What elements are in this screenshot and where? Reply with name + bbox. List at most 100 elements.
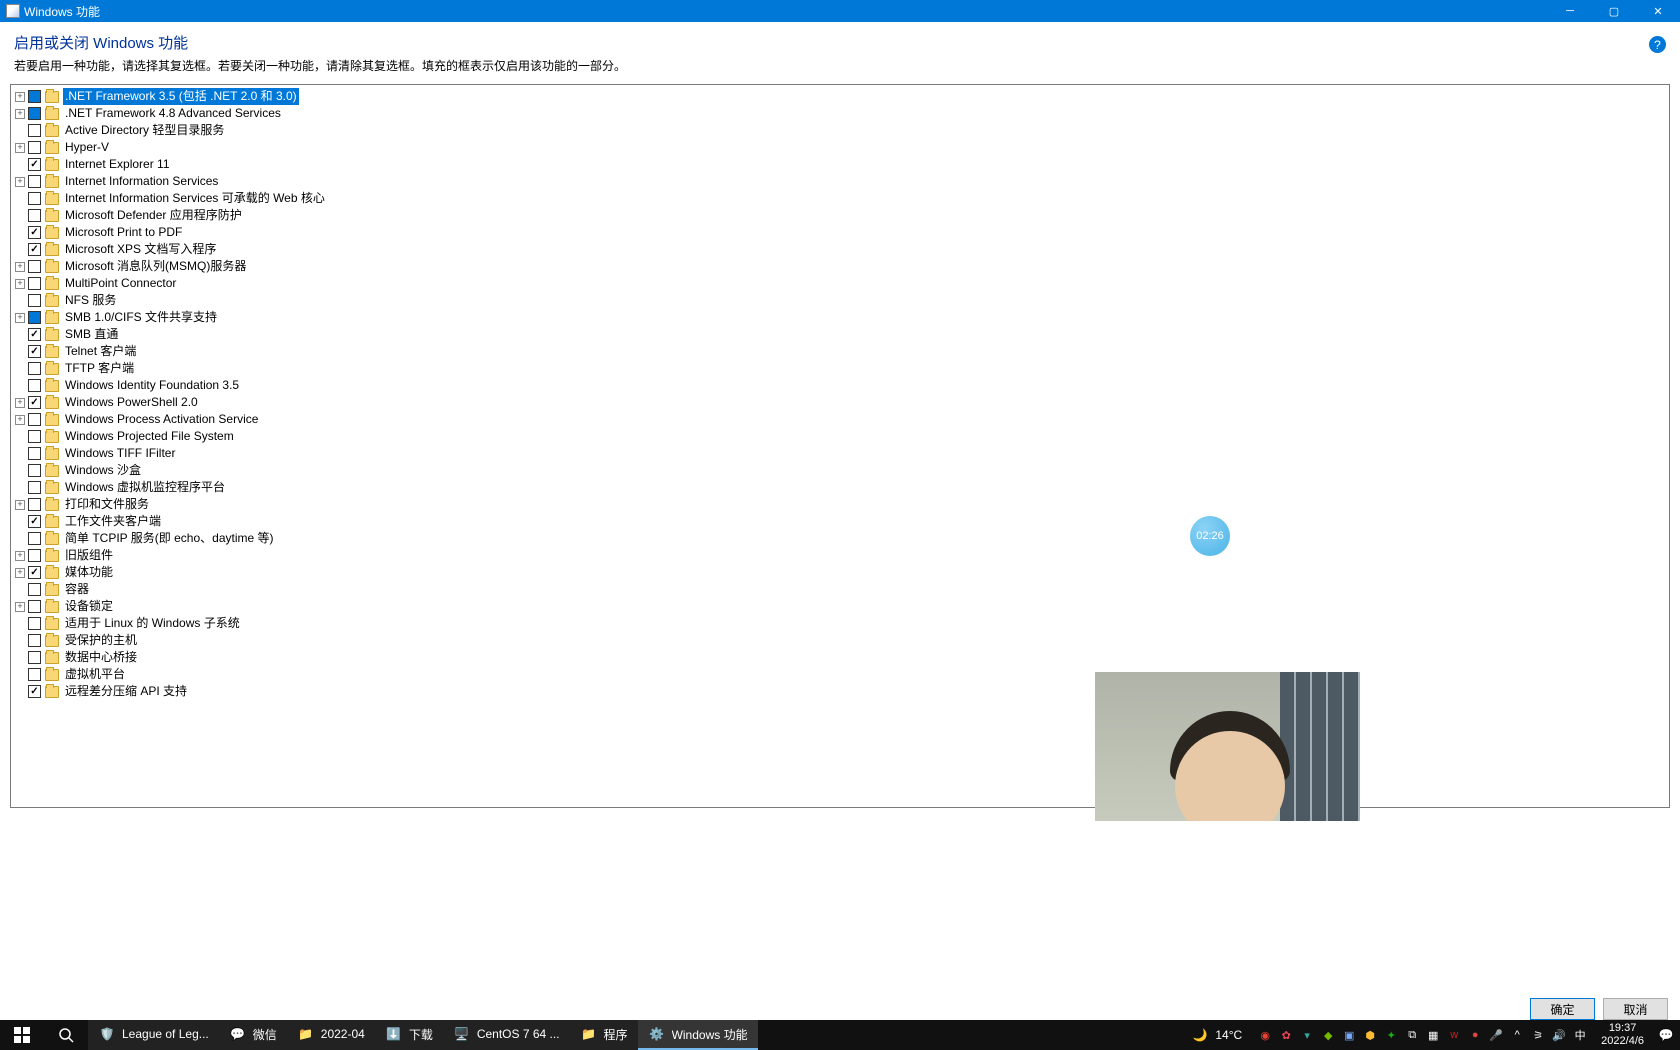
shield-icon[interactable]: ⬢ [1363, 1028, 1377, 1042]
volume-icon[interactable]: 🔊 [1552, 1028, 1566, 1042]
feature-row[interactable]: 简单 TCPIP 服务(即 echo、daytime 等) [11, 530, 1669, 547]
feature-label[interactable]: .NET Framework 4.8 Advanced Services [63, 105, 283, 122]
taskbar-item[interactable]: 📁2022-04 [287, 1020, 375, 1050]
feature-row[interactable]: + 设备锁定 [11, 598, 1669, 615]
feature-checkbox[interactable] [28, 634, 41, 647]
ime-indicator[interactable]: 中 [1573, 1028, 1587, 1042]
recording-timer[interactable]: 02:26 [1190, 516, 1230, 556]
feature-row[interactable]: Windows Identity Foundation 3.5 [11, 377, 1669, 394]
cancel-button[interactable]: 取消 [1603, 998, 1668, 1020]
feature-row[interactable]: + Internet Information Services [11, 173, 1669, 190]
feature-label[interactable]: SMB 直通 [63, 326, 120, 343]
taskbar-item[interactable]: ⬇️下载 [375, 1020, 443, 1050]
notification-center-icon[interactable]: 💬 [1652, 1028, 1680, 1042]
tray-icon[interactable]: w [1447, 1028, 1461, 1042]
feature-label[interactable]: 适用于 Linux 的 Windows 子系统 [63, 615, 242, 632]
feature-label[interactable]: 工作文件夹客户端 [63, 513, 163, 530]
feature-checkbox[interactable] [28, 158, 41, 171]
feature-row[interactable]: Active Directory 轻型目录服务 [11, 122, 1669, 139]
search-button[interactable] [44, 1020, 88, 1050]
feature-checkbox[interactable] [28, 583, 41, 596]
feature-checkbox[interactable] [28, 396, 41, 409]
weather-widget[interactable]: 🌙 14°C [1181, 1026, 1252, 1044]
feature-label[interactable]: Windows Identity Foundation 3.5 [63, 377, 241, 394]
feature-label[interactable]: 远程差分压缩 API 支持 [63, 683, 189, 700]
feature-row[interactable]: Windows TIFF IFilter [11, 445, 1669, 462]
feature-checkbox[interactable] [28, 600, 41, 613]
tray-up-icon[interactable]: ^ [1510, 1028, 1524, 1042]
help-icon[interactable]: ? [1649, 36, 1666, 53]
tray-icon[interactable]: ⧉ [1405, 1028, 1419, 1042]
feature-checkbox[interactable] [28, 311, 41, 324]
feature-checkbox[interactable] [28, 464, 41, 477]
feature-checkbox[interactable] [28, 617, 41, 630]
feature-checkbox[interactable] [28, 226, 41, 239]
feature-label[interactable]: 旧版组件 [63, 547, 115, 564]
feature-row[interactable]: 适用于 Linux 的 Windows 子系统 [11, 615, 1669, 632]
expander-icon[interactable]: + [15, 602, 25, 612]
feature-label[interactable]: TFTP 客户端 [63, 360, 136, 377]
feature-row[interactable]: Windows 虚拟机监控程序平台 [11, 479, 1669, 496]
feature-row[interactable]: +Hyper-V [11, 139, 1669, 156]
feature-label[interactable]: SMB 1.0/CIFS 文件共享支持 [63, 309, 219, 326]
tray-icon[interactable]: ▦ [1426, 1028, 1440, 1042]
feature-checkbox[interactable] [28, 345, 41, 358]
feature-checkbox[interactable] [28, 277, 41, 290]
feature-row[interactable]: 工作文件夹客户端 [11, 513, 1669, 530]
feature-row[interactable]: + .NET Framework 4.8 Advanced Services [11, 105, 1669, 122]
feature-checkbox[interactable] [28, 549, 41, 562]
feature-row[interactable]: +媒体功能 [11, 564, 1669, 581]
expander-icon[interactable]: + [15, 109, 25, 119]
feature-label[interactable]: 设备锁定 [63, 598, 115, 615]
feature-checkbox[interactable] [28, 107, 41, 120]
mic-icon[interactable]: 🎤 [1489, 1028, 1503, 1042]
feature-row[interactable]: Microsoft XPS 文档写入程序 [11, 241, 1669, 258]
feature-label[interactable]: Microsoft XPS 文档写入程序 [63, 241, 218, 258]
feature-checkbox[interactable] [28, 413, 41, 426]
expander-icon[interactable]: + [15, 262, 25, 272]
feature-label[interactable]: Internet Information Services [63, 173, 220, 190]
feature-checkbox[interactable] [28, 498, 41, 511]
expander-icon[interactable]: + [15, 500, 25, 510]
expander-icon[interactable]: + [15, 313, 25, 323]
expander-icon[interactable]: + [15, 177, 25, 187]
tray-icon[interactable]: ● [1468, 1028, 1482, 1042]
chrome-icon[interactable]: ◉ [1258, 1028, 1272, 1042]
expander-icon[interactable]: + [15, 92, 25, 102]
feature-checkbox[interactable] [28, 124, 41, 137]
close-button[interactable]: ✕ [1636, 0, 1680, 22]
feature-checkbox[interactable] [28, 362, 41, 375]
feature-row[interactable]: 远程差分压缩 API 支持 [11, 683, 1669, 700]
feature-checkbox[interactable] [28, 532, 41, 545]
feature-checkbox[interactable] [28, 175, 41, 188]
expander-icon[interactable]: + [15, 415, 25, 425]
clock[interactable]: 19:37 2022/4/6 [1593, 1022, 1652, 1048]
feature-checkbox[interactable] [28, 260, 41, 273]
feature-row[interactable]: +.NET Framework 3.5 (包括 .NET 2.0 和 3.0) [11, 88, 1669, 105]
feature-row[interactable]: +Microsoft 消息队列(MSMQ)服务器 [11, 258, 1669, 275]
feature-row[interactable]: 数据中心桥接 [11, 649, 1669, 666]
taskbar-item[interactable]: 🛡️League of Leg... [88, 1020, 219, 1050]
feature-label[interactable]: Windows Process Activation Service [63, 411, 260, 428]
ok-button[interactable]: 确定 [1530, 998, 1595, 1020]
expander-icon[interactable]: + [15, 551, 25, 561]
feature-row[interactable]: NFS 服务 [11, 292, 1669, 309]
tray-icon[interactable]: ▾ [1300, 1028, 1314, 1042]
feature-checkbox[interactable] [28, 685, 41, 698]
feature-row[interactable]: Windows 沙盒 [11, 462, 1669, 479]
feature-label[interactable]: 受保护的主机 [63, 632, 139, 649]
feature-checkbox[interactable] [28, 209, 41, 222]
feature-label[interactable]: Active Directory 轻型目录服务 [63, 122, 226, 139]
feature-row[interactable]: Microsoft Print to PDF [11, 224, 1669, 241]
feature-label[interactable]: Windows TIFF IFilter [63, 445, 177, 462]
feature-label[interactable]: NFS 服务 [63, 292, 118, 309]
feature-row[interactable]: + SMB 1.0/CIFS 文件共享支持 [11, 309, 1669, 326]
system-tray[interactable]: ◉ ✿ ▾ ◆ ▣ ⬢ ✦ ⧉ ▦ w ● 🎤 ^ ⚞ 🔊 中 [1252, 1028, 1593, 1042]
feature-checkbox[interactable] [28, 294, 41, 307]
feature-label[interactable]: Windows 虚拟机监控程序平台 [63, 479, 227, 496]
feature-row[interactable]: 受保护的主机 [11, 632, 1669, 649]
feature-label[interactable]: MultiPoint Connector [63, 275, 178, 292]
expander-icon[interactable]: + [15, 279, 25, 289]
taskbar-item[interactable]: 💬微信 [219, 1020, 287, 1050]
feature-label[interactable]: 媒体功能 [63, 564, 115, 581]
